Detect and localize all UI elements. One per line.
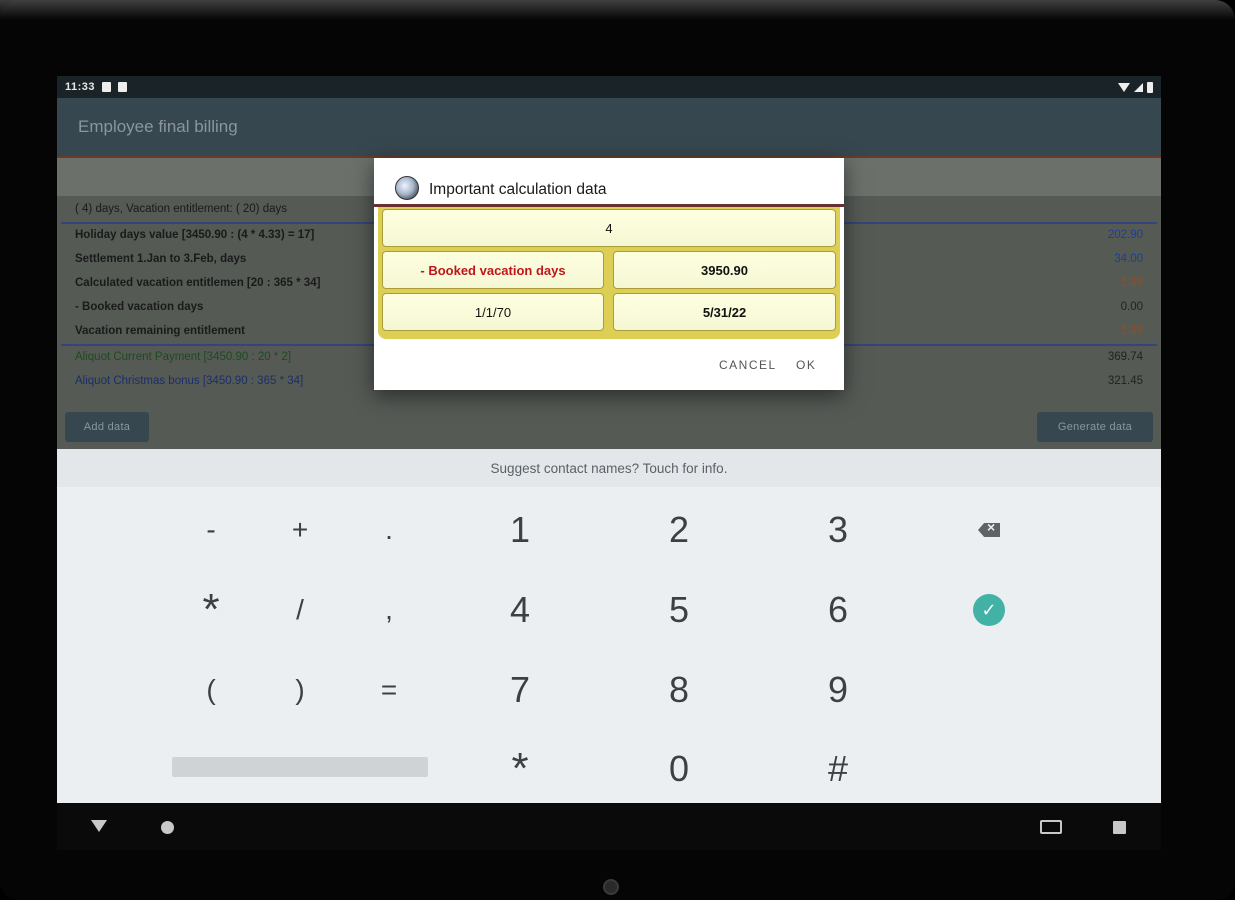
dialog-header: Important calculation data: [374, 158, 844, 204]
key-equals[interactable]: =: [359, 660, 419, 720]
salary-field[interactable]: 3950.90: [613, 251, 836, 289]
days-field[interactable]: 4: [382, 209, 836, 247]
key-plus[interactable]: +: [270, 500, 330, 560]
row-label: Aliquot Current Payment [3450.90 : 20 * …: [75, 351, 292, 363]
back-icon[interactable]: [91, 820, 107, 832]
key-hash[interactable]: #: [808, 739, 868, 799]
booked-vacation-label[interactable]: - Booked vacation days: [382, 251, 604, 289]
numeric-keyboard: Suggest contact names? Touch for info. -…: [57, 449, 1161, 803]
home-icon[interactable]: [161, 821, 174, 834]
row-label: ( 4) days, Vacation entitlement: ( 20) d…: [75, 203, 287, 215]
key-6[interactable]: 6: [808, 580, 868, 640]
key-4[interactable]: 4: [490, 580, 550, 640]
dialog-title: Important calculation data: [429, 181, 607, 198]
row-label: Aliquot Christmas bonus [3450.90 : 365 *…: [75, 375, 304, 387]
row-value: 34.00: [1114, 253, 1143, 265]
row-label: - Booked vacation days: [75, 301, 204, 313]
row-value: 321.45: [1107, 375, 1143, 387]
calculation-dialog: Important calculation data 4 - Booked va…: [374, 158, 844, 390]
notification-icon: [102, 82, 112, 92]
keyboard-suggestion-bar[interactable]: Suggest contact names? Touch for info.: [57, 449, 1161, 487]
app-title: Employee final billing: [78, 117, 238, 136]
enter-check-icon[interactable]: ✓: [973, 594, 1005, 626]
status-time: 11:33: [65, 81, 96, 93]
sim-card-icon: [118, 82, 128, 92]
wifi-icon: [1118, 82, 1130, 92]
key-close-paren[interactable]: ): [270, 660, 330, 720]
app-bar: Employee final billing: [57, 98, 1161, 156]
globe-icon: [395, 176, 419, 200]
cancel-button[interactable]: CANCEL: [719, 358, 777, 372]
dialog-actions: CANCEL OK: [374, 340, 844, 390]
end-date-field[interactable]: 5/31/22: [613, 293, 836, 331]
row-label: Holiday days value [3450.90 : (4 * 4.33)…: [75, 229, 315, 241]
row-value: 0.00: [1120, 301, 1143, 313]
key-8[interactable]: 8: [649, 660, 709, 720]
key-1[interactable]: 1: [490, 500, 550, 560]
space-key[interactable]: [172, 757, 428, 777]
row-label: Settlement 1.Jan to 3.Feb, days: [75, 253, 247, 265]
key-5[interactable]: 5: [649, 580, 709, 640]
signal-icon: [1134, 82, 1143, 92]
row-value: 1.86: [1120, 277, 1143, 289]
key-7[interactable]: 7: [490, 660, 550, 720]
keyboard-switch-icon[interactable]: [1040, 820, 1062, 834]
backspace-icon[interactable]: [978, 523, 1000, 537]
start-date-field[interactable]: 1/1/70: [382, 293, 604, 331]
key-open-paren[interactable]: (: [181, 660, 241, 720]
row-value: 369.74: [1107, 351, 1143, 363]
generate-data-button[interactable]: Generate data: [1037, 412, 1153, 442]
row-label: Calculated vacation entitlemen [20 : 365…: [75, 277, 321, 289]
add-data-button[interactable]: Add data: [65, 412, 149, 442]
key-period[interactable]: .: [359, 500, 419, 560]
bezel-highlight: [0, 0, 1235, 20]
key-2[interactable]: 2: [649, 500, 709, 560]
key-9[interactable]: 9: [808, 660, 868, 720]
key-3[interactable]: 3: [808, 500, 868, 560]
key-0[interactable]: 0: [649, 739, 709, 799]
status-bar: 11:33: [57, 76, 1161, 98]
key-minus[interactable]: -: [181, 500, 241, 560]
camera-icon: [603, 879, 619, 895]
recent-apps-icon[interactable]: [1113, 821, 1126, 834]
row-value: 202.90: [1107, 229, 1143, 241]
key-star[interactable]: *: [490, 739, 550, 799]
dialog-fields: 4 - Booked vacation days 3950.90 1/1/70 …: [378, 207, 840, 339]
key-comma[interactable]: ,: [359, 580, 419, 640]
row-label: Vacation remaining entitlement: [75, 325, 245, 337]
key-asterisk[interactable]: *: [181, 580, 241, 640]
battery-icon: [1147, 81, 1153, 93]
key-slash[interactable]: /: [270, 580, 330, 640]
ok-button[interactable]: OK: [796, 358, 816, 372]
row-value: 1.86: [1120, 325, 1143, 337]
navigation-bar: [57, 803, 1161, 850]
